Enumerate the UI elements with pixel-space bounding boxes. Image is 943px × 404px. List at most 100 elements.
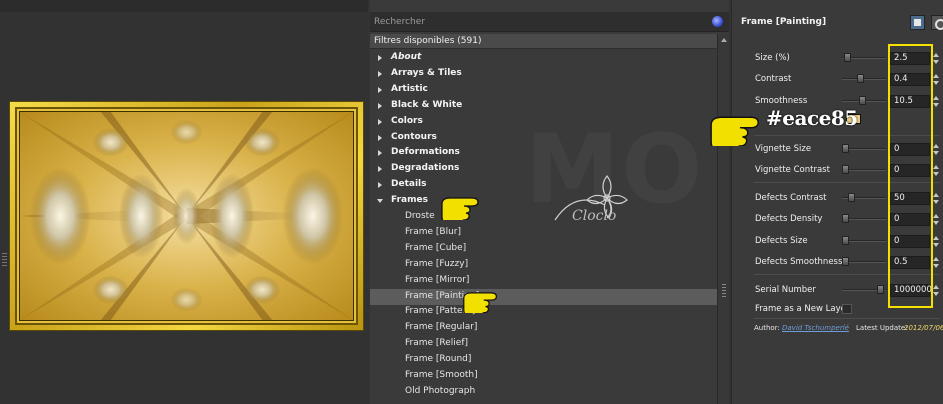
param-slider[interactable] bbox=[842, 144, 886, 154]
chevron-right-icon[interactable] bbox=[378, 102, 382, 109]
spinner-arrows-icon[interactable] bbox=[932, 213, 940, 226]
settings-gear-icon[interactable] bbox=[931, 15, 943, 30]
filter-list: About Arrays & Tiles Artistic Black & White… bbox=[370, 50, 717, 404]
slider-thumb[interactable] bbox=[842, 144, 849, 153]
latest-update-value: 2012/07/06 bbox=[904, 324, 943, 332]
filter-item[interactable]: Frame [Mirror] bbox=[370, 273, 717, 289]
chevron-right-icon[interactable] bbox=[378, 150, 382, 157]
filter-label: Degradations bbox=[391, 163, 460, 174]
filter-item[interactable]: Frame [Relief] bbox=[370, 336, 717, 352]
param-slider[interactable] bbox=[842, 53, 886, 63]
param-slider[interactable] bbox=[842, 193, 886, 203]
slider-thumb[interactable] bbox=[877, 285, 885, 294]
parameters-pane: Frame [Painting] Size (%) 2.5 Contrast 0.4 S… bbox=[731, 0, 943, 404]
chevron-right-icon[interactable] bbox=[378, 182, 382, 189]
filter-item[interactable]: Frame [Round] bbox=[370, 352, 717, 368]
slider-thumb[interactable] bbox=[856, 74, 864, 83]
filter-label: Frame [Regular] bbox=[405, 322, 478, 333]
pointing-hand-icon bbox=[441, 197, 479, 220]
slider-thumb[interactable] bbox=[842, 236, 849, 245]
param-label: Defects Size bbox=[755, 236, 808, 246]
param-slider[interactable] bbox=[842, 236, 886, 246]
scroll-grip[interactable] bbox=[722, 284, 726, 298]
chevron-right-icon[interactable] bbox=[378, 86, 382, 93]
filter-item[interactable]: Frame [Painting] bbox=[370, 288, 717, 305]
param-slider[interactable] bbox=[842, 214, 886, 224]
filter-list-header: Filtres disponibles (591) bbox=[370, 34, 729, 49]
splitter-handle[interactable] bbox=[2, 253, 7, 266]
filter-item[interactable]: Old Photograph bbox=[370, 384, 717, 400]
preview-window-button[interactable] bbox=[910, 15, 925, 30]
spinner-arrows-icon[interactable] bbox=[932, 235, 940, 248]
filter-label: Frame [Blur] bbox=[405, 226, 462, 237]
latest-update-label: Latest Update: bbox=[856, 324, 908, 332]
spinner-arrows-icon[interactable] bbox=[932, 143, 940, 156]
slider-thumb[interactable] bbox=[842, 165, 849, 174]
filter-label: Frame [Cube] bbox=[405, 242, 467, 253]
param-label: Vignette Contrast bbox=[755, 165, 830, 175]
param-label: Contrast bbox=[755, 74, 792, 84]
slider-thumb[interactable] bbox=[843, 53, 851, 62]
slider-thumb[interactable] bbox=[858, 96, 866, 105]
param-slider[interactable] bbox=[842, 257, 886, 267]
param-slider[interactable] bbox=[842, 165, 886, 175]
filter-category[interactable]: Black & White bbox=[370, 98, 717, 114]
watermark-flower-icon bbox=[554, 175, 628, 221]
chevron-right-icon[interactable] bbox=[378, 70, 382, 77]
filter-category[interactable]: Artistic bbox=[370, 82, 717, 98]
new-layer-checkbox[interactable] bbox=[842, 304, 852, 314]
spinner-arrows-icon[interactable] bbox=[932, 284, 940, 297]
preview-image-border bbox=[15, 107, 358, 325]
slider-thumb[interactable] bbox=[842, 214, 849, 223]
slider-thumb[interactable] bbox=[847, 193, 855, 202]
pointing-hand-icon bbox=[710, 116, 759, 146]
chevron-right-icon[interactable] bbox=[378, 134, 382, 141]
filter-item[interactable]: Frame [Pattern] bbox=[370, 304, 717, 320]
param-label: Size (%) bbox=[755, 53, 790, 63]
chevron-right-icon[interactable] bbox=[378, 55, 382, 61]
param-slider[interactable] bbox=[842, 285, 886, 295]
param-slider[interactable] bbox=[842, 96, 886, 106]
filter-label: Colors bbox=[391, 115, 423, 126]
search-input[interactable] bbox=[372, 14, 709, 30]
param-label: Serial Number bbox=[755, 285, 816, 295]
filter-category[interactable]: Arrays & Tiles bbox=[370, 66, 717, 82]
spinner-arrows-icon[interactable] bbox=[932, 192, 940, 205]
chevron-right-icon[interactable] bbox=[378, 166, 382, 173]
separator bbox=[754, 318, 940, 319]
filter-label: Arrays & Tiles bbox=[391, 67, 462, 78]
filter-item[interactable]: Frame [Cube] bbox=[370, 241, 717, 257]
filter-label: Frame [Smooth] bbox=[405, 370, 478, 380]
slider-track[interactable] bbox=[842, 78, 886, 80]
filter-label: Frames bbox=[391, 195, 428, 206]
slider-thumb[interactable] bbox=[842, 257, 849, 266]
filter-label: Frame [Fuzzy] bbox=[405, 258, 469, 269]
spinner-arrows-icon[interactable] bbox=[932, 52, 940, 65]
filter-label: Black & White bbox=[391, 99, 463, 110]
filter-item[interactable]: Frame [Regular] bbox=[370, 320, 717, 336]
preview-top-strip bbox=[0, 0, 368, 12]
filter-label: Artistic bbox=[391, 83, 428, 94]
filter-item[interactable]: Frame [Fuzzy] bbox=[370, 257, 717, 273]
spinner-arrows-icon[interactable] bbox=[932, 73, 940, 86]
author-link[interactable]: David Tschumperlé bbox=[782, 324, 849, 332]
preview-image-frame bbox=[9, 101, 364, 331]
filter-category[interactable]: About bbox=[370, 50, 717, 66]
chevron-right-icon[interactable] bbox=[378, 118, 382, 125]
spinner-arrows-icon[interactable] bbox=[932, 256, 940, 269]
filter-label: Frame [Round] bbox=[405, 354, 472, 365]
spinner-arrows-icon[interactable] bbox=[932, 95, 940, 108]
filter-item[interactable]: Frame [Smooth] bbox=[370, 368, 717, 384]
chevron-down-icon[interactable] bbox=[377, 199, 383, 204]
watermark-text: Cloclo bbox=[572, 208, 617, 224]
param-slider[interactable] bbox=[842, 74, 886, 84]
preview-image bbox=[19, 111, 354, 321]
filter-item[interactable]: Frame [Blur] bbox=[370, 225, 717, 241]
search-icon[interactable] bbox=[712, 16, 723, 27]
spinner-arrows-icon[interactable] bbox=[932, 164, 940, 177]
author-label: Author: bbox=[754, 324, 780, 332]
filter-label: About bbox=[391, 52, 422, 62]
values-highlight-box bbox=[888, 44, 933, 308]
filter-list-scrollbar[interactable] bbox=[717, 34, 729, 404]
scroll-up-arrow-icon[interactable] bbox=[721, 38, 727, 42]
